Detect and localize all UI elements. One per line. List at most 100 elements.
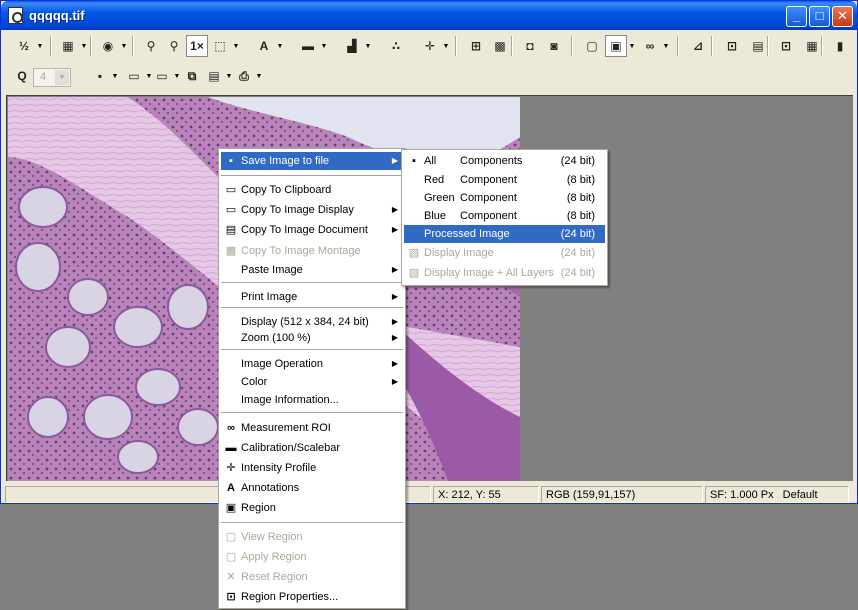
region-pressed-icon[interactable]: ▣ bbox=[605, 35, 627, 57]
document-icon[interactable]: ▤ bbox=[203, 65, 225, 87]
submenu-channel: All bbox=[424, 155, 437, 167]
calibrate-icon[interactable]: ⊿ bbox=[687, 35, 709, 57]
pin-icon[interactable]: ⚲ bbox=[140, 35, 162, 57]
clipboard-icon[interactable]: ▭ bbox=[123, 65, 145, 87]
crosshair-icon: ✛ bbox=[226, 462, 236, 474]
menu-item-measurement-roi[interactable]: ∞ Measurement ROI bbox=[221, 419, 403, 437]
submenu-item-all-components[interactable]: ▪ All Components (24 bit) bbox=[404, 152, 605, 170]
minimize-button[interactable]: _ bbox=[786, 6, 807, 27]
menu-item-print-image[interactable]: Print Image ▶ bbox=[221, 288, 403, 306]
dropdown-arrow-icon[interactable]: ▼ bbox=[120, 35, 128, 57]
submenu-component: Component bbox=[460, 174, 517, 186]
dropdown-arrow-icon[interactable]: ▼ bbox=[36, 35, 44, 57]
menu-item-copy-to-image-display[interactable]: ▭ Copy To Image Display ▶ bbox=[221, 201, 403, 219]
menu-item-intensity-profile[interactable]: ✛ Intensity Profile bbox=[221, 459, 403, 477]
menu-item-calibration-scalebar[interactable]: ▬ Calibration/Scalebar bbox=[221, 439, 403, 457]
zoom-1x-icon[interactable]: 1× bbox=[186, 35, 208, 57]
rgb-2-icon[interactable]: ◙ bbox=[543, 35, 565, 57]
copy-icon[interactable]: ⧉ bbox=[181, 65, 203, 87]
image-bitmap-icon[interactable]: ▦ bbox=[57, 35, 79, 57]
menu-item-label: Color bbox=[241, 376, 268, 388]
text-icon[interactable]: A bbox=[253, 35, 275, 57]
dropdown-arrow-icon[interactable]: ▼ bbox=[628, 35, 636, 57]
menu-item-copy-to-clipboard[interactable]: ▭ Copy To Clipboard bbox=[221, 181, 403, 199]
menu-item-label: Copy To Clipboard bbox=[241, 184, 332, 196]
dropdown-arrow-icon[interactable]: ▼ bbox=[225, 65, 233, 87]
montage-icon: ▩ bbox=[225, 245, 237, 257]
close-button[interactable]: ✕ bbox=[832, 6, 853, 27]
menu-item-label: Save Image to file bbox=[241, 155, 330, 167]
dropdown-arrow-icon[interactable]: ▼ bbox=[276, 35, 284, 57]
toolbar-separator bbox=[677, 36, 679, 56]
menu-item-region-properties[interactable]: ⊡ Region Properties... bbox=[221, 588, 403, 606]
submenu-item-green-component[interactable]: Green Component (8 bit) bbox=[404, 189, 605, 207]
submenu-item-blue-component[interactable]: Blue Component (8 bit) bbox=[404, 207, 605, 225]
crosshair-icon[interactable]: ✛ bbox=[419, 35, 441, 57]
dropdown-arrow-icon[interactable]: ▼ bbox=[364, 35, 372, 57]
palette-icon[interactable]: ▤ bbox=[747, 35, 769, 57]
submenu-arrow-icon: ▶ bbox=[391, 205, 398, 214]
main-toolbar: ½ ▼ ▦ ▼ ◉ ▼ ⚲ ⚲ 1× ⬚ ▼ A ▼ ▬ ▼ ▟ ▼ ∴ ✛ ▼ ⊞ ▩ ◘ ◙ ▢ ▣ ▼ ∞ ▼ ⊿ ⊡ ▤ ⊡ ▦ ▮ bbox=[5, 32, 855, 60]
print-icon[interactable]: ⎙ bbox=[233, 65, 255, 87]
stamp-icon[interactable]: ⊞ bbox=[465, 35, 487, 57]
status-bar: X: 212, Y: 55 RGB (159,91,157) SF: 1.000… bbox=[5, 486, 851, 503]
region-icon[interactable]: ▢ bbox=[581, 35, 603, 57]
zoom-icon[interactable]: Q bbox=[11, 65, 33, 87]
menu-item-label: Copy To Image Document bbox=[241, 224, 368, 236]
dropdown-arrow-icon[interactable]: ▼ bbox=[173, 65, 181, 87]
submenu-component: Component bbox=[460, 192, 517, 204]
selection-icon[interactable]: ⬚ bbox=[209, 35, 231, 57]
status-default: Default bbox=[782, 489, 818, 501]
toolbar-separator bbox=[767, 36, 769, 56]
menu-item-annotations[interactable]: A Annotations bbox=[221, 479, 403, 497]
pin-2-icon[interactable]: ⚲ bbox=[163, 35, 185, 57]
context-menu: ▪ Save Image to file ▶ ▭ Copy To Clipboard ▭ C… bbox=[218, 148, 406, 609]
dropdown-arrow-icon[interactable]: ▼ bbox=[442, 35, 450, 57]
menu-item-image-information[interactable]: Image Information... bbox=[221, 391, 403, 409]
copy-props-icon[interactable]: ⊡ bbox=[775, 35, 797, 57]
scalebar-icon[interactable]: ▬ bbox=[297, 35, 319, 57]
menu-item-save-image-to-file[interactable]: ▪ Save Image to file ▶ bbox=[221, 152, 403, 170]
menu-item-image-operation[interactable]: Image Operation ▶ bbox=[221, 355, 403, 373]
dropdown-arrow-icon[interactable]: ▼ bbox=[80, 35, 88, 57]
monitor-icon[interactable]: ▭ bbox=[151, 65, 173, 87]
submenu-item-red-component[interactable]: Red Component (8 bit) bbox=[404, 171, 605, 189]
submenu-bit-depth: (24 bit) bbox=[560, 155, 595, 167]
save-icon[interactable]: ▪ bbox=[89, 65, 111, 87]
menu-item-region[interactable]: ▣ Region bbox=[221, 499, 403, 517]
submenu-bit-depth: (24 bit) bbox=[560, 247, 595, 259]
maximize-button[interactable]: □ bbox=[809, 6, 830, 27]
color-wheel-icon[interactable]: ◉ bbox=[97, 35, 119, 57]
dropdown-arrow-icon[interactable]: ▼ bbox=[111, 65, 119, 87]
window-title: qqqqq.tif bbox=[29, 8, 85, 23]
zoom-select[interactable]: 4 bbox=[33, 68, 71, 87]
menu-item-copy-to-image-document[interactable]: ▤ Copy To Image Document ▶ bbox=[221, 221, 403, 239]
montage-icon[interactable]: ▩ bbox=[489, 35, 511, 57]
toolbar-separator bbox=[132, 36, 134, 56]
histogram-icon[interactable]: ▟ bbox=[341, 35, 363, 57]
scalebar-icon: ▬ bbox=[225, 442, 237, 454]
properties-icon[interactable]: ⊡ bbox=[721, 35, 743, 57]
submenu-arrow-icon: ▶ bbox=[391, 156, 398, 165]
dropdown-arrow-icon[interactable]: ▼ bbox=[662, 35, 670, 57]
dropdown-arrow-icon[interactable]: ▼ bbox=[255, 65, 263, 87]
submenu-channel: Display Image + All Layers bbox=[424, 267, 554, 279]
rgb-icon[interactable]: ◘ bbox=[519, 35, 541, 57]
menu-item-label: Intensity Profile bbox=[241, 462, 317, 474]
grid-icon[interactable]: ▦ bbox=[801, 35, 823, 57]
menu-item-label: Paste Image bbox=[241, 264, 303, 276]
extra-icon[interactable]: ▮ bbox=[829, 35, 851, 57]
fit-scale-icon[interactable]: ½ bbox=[13, 35, 35, 57]
toolbar-separator bbox=[711, 36, 713, 56]
menu-item-zoom-100[interactable]: Zoom (100 %) ▶ bbox=[221, 329, 403, 347]
toolbar-separator bbox=[821, 36, 823, 56]
menu-separator bbox=[221, 522, 403, 523]
measurement-icon[interactable]: ∞ bbox=[639, 35, 661, 57]
dropdown-arrow-icon[interactable]: ▼ bbox=[320, 35, 328, 57]
dropdown-arrow-icon[interactable]: ▼ bbox=[232, 35, 240, 57]
title-bar[interactable]: qqqqq.tif _ □ ✕ bbox=[1, 1, 857, 30]
submenu-item-processed-image[interactable]: Processed Image (24 bit) bbox=[404, 225, 605, 243]
menu-item-paste-image[interactable]: Paste Image ▶ bbox=[221, 261, 403, 279]
menu-item-color[interactable]: Color ▶ bbox=[221, 373, 403, 391]
particles-icon[interactable]: ∴ bbox=[385, 35, 407, 57]
